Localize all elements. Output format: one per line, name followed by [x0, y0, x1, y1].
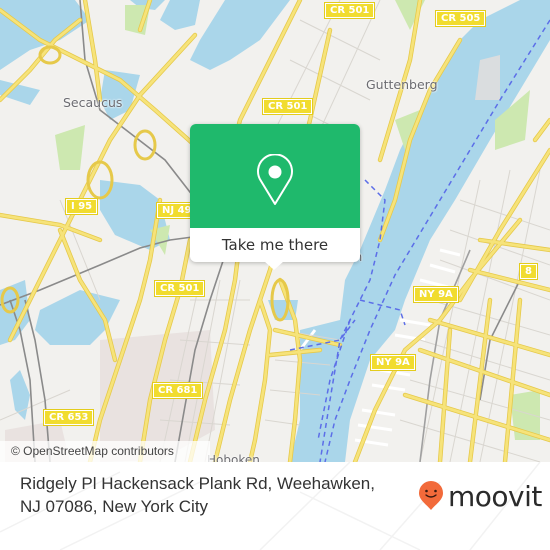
footer: Ridgely Pl Hackensack Plank Rd, Weehawke…	[0, 462, 550, 550]
moovit-wordmark: moovit	[448, 479, 542, 513]
road-shield-cr501: CR 501	[153, 280, 206, 297]
park-area	[55, 125, 85, 170]
popup-header	[190, 124, 360, 228]
road-shield-ny9a: NY 9A	[370, 354, 416, 371]
road-shield-cr501: CR 501	[261, 98, 314, 115]
location-popup: Take me there	[190, 124, 360, 270]
road-shield-i95: I 95	[64, 198, 99, 215]
take-me-there-button[interactable]: Take me there	[190, 228, 360, 262]
moovit-logo[interactable]: moovit	[418, 476, 542, 516]
map-attribution[interactable]: © OpenStreetMap contributors	[0, 441, 210, 462]
address-text: Ridgely Pl Hackensack Plank Rd, Weehawke…	[20, 474, 375, 516]
road-shield-cr505: CR 505	[434, 10, 487, 27]
place-label-hoboken: Hoboken	[207, 453, 260, 462]
road-shield-ny9a: NY 9A	[413, 286, 459, 303]
popup-pointer	[264, 261, 284, 270]
road-shield-cr501: CR 501	[323, 2, 376, 19]
road-shield-route8: 8	[519, 263, 538, 280]
map-view[interactable]: Secaucus Guttenberg Hoboken Weehawken CR…	[0, 0, 550, 462]
place-label-secaucus: Secaucus	[63, 95, 123, 110]
moovit-smiley-pin-icon	[419, 481, 443, 510]
place-label-guttenberg: Guttenberg	[366, 77, 438, 92]
location-pin-icon	[257, 154, 293, 205]
road-shield-cr681: CR 681	[151, 382, 204, 399]
road-shield-cr653: CR 653	[42, 409, 95, 426]
